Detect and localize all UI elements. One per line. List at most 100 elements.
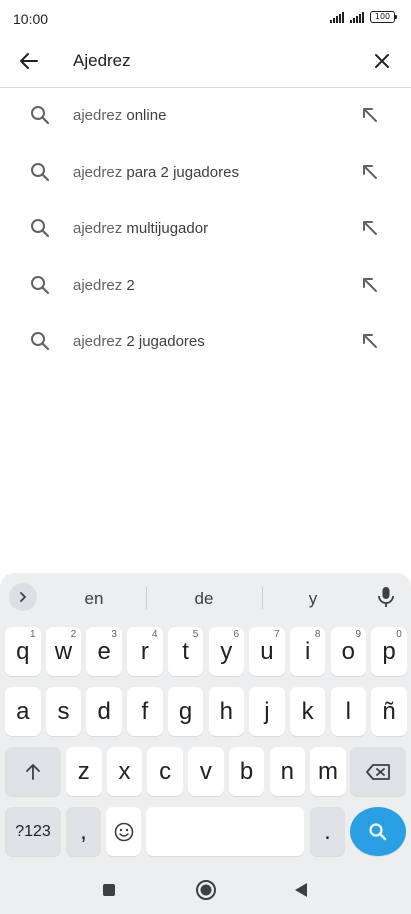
key-label: j (264, 697, 270, 725)
search-icon (31, 106, 50, 125)
suggestion-text: ajedrez 2 jugadores (73, 333, 205, 350)
navigation-bar (0, 866, 411, 914)
key-t[interactable]: t5 (167, 627, 204, 676)
key-p[interactable]: p0 (371, 627, 407, 676)
suggestion-completion: online (122, 107, 167, 124)
back-button[interactable] (14, 46, 44, 76)
key-label: d (97, 697, 111, 725)
search-icon (31, 332, 50, 351)
signal-icon (330, 11, 344, 23)
search-icon (369, 822, 387, 840)
key-f[interactable]: f (127, 687, 163, 736)
key-label: w (54, 637, 73, 665)
suggestion-item[interactable]: ajedrez multijugador (0, 201, 411, 258)
key-label: e (97, 637, 111, 665)
key-label: l (345, 697, 352, 725)
key-label: c (159, 757, 172, 785)
key-l[interactable]: l (330, 687, 367, 736)
arrow-up-left-icon[interactable] (359, 217, 381, 239)
suggestion-text: ajedrez para 2 jugadores (73, 164, 239, 181)
space-key[interactable] (146, 807, 304, 856)
key-w[interactable]: w2 (45, 627, 82, 676)
key-v[interactable]: v (188, 747, 224, 796)
suggestion-prefix: ajedrez (73, 163, 123, 181)
arrow-up-left-icon[interactable] (359, 161, 381, 183)
suggestion-item[interactable]: ajedrez 2 (0, 258, 411, 315)
key-s[interactable]: s (45, 687, 82, 736)
key-label: o (341, 637, 356, 665)
key-b[interactable]: b (228, 747, 265, 796)
square-icon (103, 884, 115, 896)
key-e[interactable]: e3 (86, 627, 122, 676)
key-hint: 3 (111, 629, 117, 640)
search-key[interactable] (350, 807, 406, 856)
comma-key[interactable]: , (66, 807, 101, 856)
key-hint: 0 (396, 629, 402, 640)
key-r[interactable]: r4 (127, 627, 163, 676)
word-suggestion[interactable]: y (263, 589, 363, 609)
key-o[interactable]: o9 (330, 627, 367, 676)
symbols-key[interactable]: ?123 (5, 807, 61, 856)
arrow-up-left-icon[interactable] (359, 104, 381, 126)
microphone-button[interactable] (373, 584, 399, 610)
key-hint: 7 (274, 629, 280, 640)
suggestion-item[interactable]: ajedrez 2 jugadores (0, 314, 411, 371)
arrow-left-icon (20, 53, 38, 69)
key-g[interactable]: g (167, 687, 204, 736)
circle-icon (196, 880, 216, 900)
key-label: a (16, 697, 30, 725)
suggestion-completion: para 2 jugadores (122, 163, 239, 181)
search-input[interactable] (73, 47, 353, 75)
key-label: h (219, 697, 233, 725)
suggestion-item[interactable]: ajedrez para 2 jugadores (0, 145, 411, 202)
key-c[interactable]: c (147, 747, 183, 796)
key-label: n (280, 757, 294, 785)
close-icon (375, 54, 389, 68)
key-label: y (220, 637, 233, 665)
key-q[interactable]: q1 (5, 627, 41, 676)
key-m[interactable]: m (310, 747, 346, 796)
word-suggestion[interactable]: en (44, 589, 144, 609)
backspace-key[interactable] (350, 747, 406, 796)
key-ñ[interactable]: ñ (371, 687, 407, 736)
key-a[interactable]: a (5, 687, 41, 736)
status-time: 10:00 (13, 11, 49, 27)
back-nav-button[interactable] (289, 878, 313, 902)
key-k[interactable]: k (289, 687, 326, 736)
key-label: z (77, 757, 90, 785)
key-d[interactable]: d (86, 687, 122, 736)
word-suggestion[interactable]: de (154, 589, 254, 609)
key-hint: 6 (233, 629, 239, 640)
arrow-up-left-icon[interactable] (359, 274, 381, 296)
home-button[interactable] (194, 878, 218, 902)
key-u[interactable]: u7 (249, 627, 285, 676)
emoji-key[interactable] (106, 807, 141, 856)
key-j[interactable]: j (249, 687, 285, 736)
key-label: f (141, 697, 149, 725)
key-i[interactable]: i8 (289, 627, 326, 676)
shift-key[interactable] (5, 747, 61, 796)
suggestion-prefix: ajedrez (73, 107, 123, 124)
shift-icon (26, 763, 40, 780)
key-z[interactable]: z (66, 747, 102, 796)
arrow-up-left-icon[interactable] (359, 330, 381, 352)
key-y[interactable]: y6 (208, 627, 244, 676)
key-label: x (118, 757, 131, 785)
period-key[interactable]: . (310, 807, 345, 856)
status-bar: 10:00 100 (0, 0, 411, 36)
key-label: , (80, 817, 87, 845)
clear-search-button[interactable] (367, 46, 397, 76)
keyboard-expand-button[interactable] (9, 583, 37, 611)
suggestion-list: ajedrez online ajedrez para 2 jugadores aj… (0, 88, 411, 371)
suggestion-item[interactable]: ajedrez online (0, 88, 411, 145)
key-h[interactable]: h (208, 687, 244, 736)
key-n[interactable]: n (269, 747, 305, 796)
key-x[interactable]: x (106, 747, 143, 796)
chevron-right-icon (20, 592, 26, 602)
backspace-icon (366, 763, 390, 780)
recents-button[interactable] (97, 878, 121, 902)
key-label: s (57, 697, 70, 725)
suggestion-text: ajedrez online (73, 107, 166, 124)
suggestion-prefix: ajedrez (73, 220, 123, 238)
key-hint: 5 (192, 629, 199, 640)
